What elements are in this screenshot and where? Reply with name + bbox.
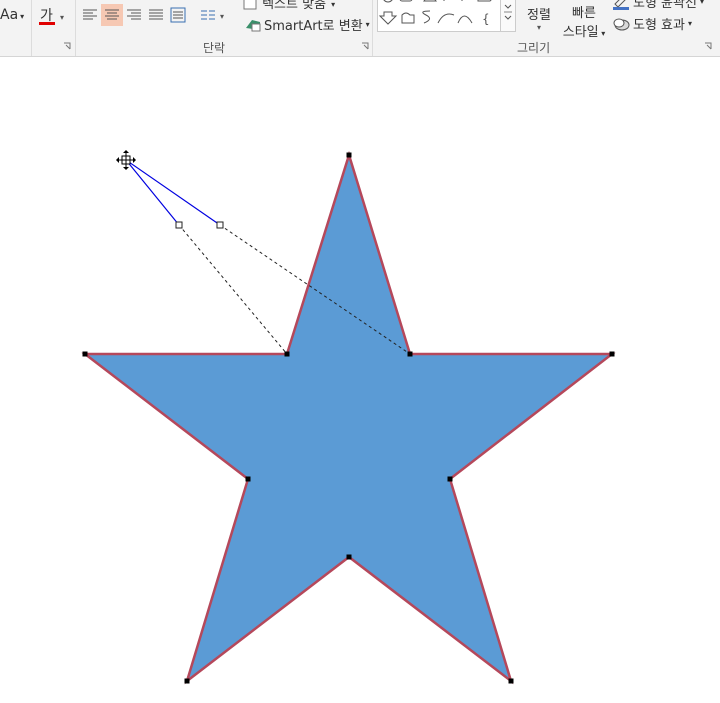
move-cursor-icon[interactable] — [116, 150, 136, 170]
vertex-point[interactable] — [245, 476, 251, 482]
drawing-group-label: 그리기 — [517, 41, 551, 55]
star-shape-layer[interactable] — [0, 57, 720, 699]
star-shape[interactable] — [81, 150, 616, 685]
justify-button[interactable] — [145, 4, 167, 26]
smartart-convert-button[interactable]: SmartArt로 변환 ▾ — [244, 15, 370, 34]
vertex-point[interactable] — [346, 152, 352, 158]
quick-styles-label-2: 스타일 — [562, 25, 599, 40]
control-handle-line — [125, 159, 221, 226]
shape-outline-button[interactable]: 도형 윤곽선 ▾ — [612, 0, 704, 11]
control-handle-line — [125, 159, 180, 226]
ribbon-home-tab: Aa ▾ 가 ▾ ▾ 텍스트 맞춤 ▾ SmartArt로 변환 ▾ 단락 {… — [0, 0, 720, 57]
text-fit-button[interactable]: 텍스트 맞춤 ▾ — [243, 0, 335, 12]
svg-text:가: 가 — [40, 8, 53, 24]
shape-effects-button[interactable]: 도형 효과 ▾ — [612, 14, 692, 33]
vertex-point[interactable] — [184, 678, 190, 684]
text-fit-icon — [243, 0, 257, 9]
arrange-button[interactable]: 정렬 ▾ — [520, 2, 558, 36]
font-color-button[interactable]: 가 ▾ — [36, 3, 70, 31]
svg-text:▾: ▾ — [220, 12, 224, 21]
shape-outline-label: 도형 윤곽선 — [633, 0, 697, 11]
vertex-point[interactable] — [609, 351, 615, 357]
paragraph-dialog-launcher-icon[interactable] — [361, 42, 369, 50]
font-dialog-launcher-icon[interactable] — [63, 42, 71, 50]
font-color-icon: 가 ▾ — [39, 8, 64, 25]
drawing-dialog-launcher-icon[interactable] — [704, 42, 712, 50]
gallery-more-icon — [504, 4, 512, 20]
arrange-label: 정렬 — [527, 8, 551, 23]
vertex-point[interactable] — [346, 554, 352, 560]
columns-button[interactable]: ▾ — [198, 4, 228, 26]
vertex-point[interactable] — [447, 476, 453, 482]
align-right-icon — [127, 9, 141, 20]
group-divider — [31, 0, 32, 56]
columns-icon: ▾ — [201, 10, 224, 21]
vertex-point[interactable] — [82, 351, 88, 357]
distribute-icon — [170, 7, 186, 23]
shape-gallery-scroll[interactable] — [500, 0, 516, 32]
text-fit-label: 텍스트 맞춤 — [262, 0, 327, 12]
vertex-point[interactable] — [508, 678, 514, 684]
font-size-aa-button[interactable]: Aa ▾ — [0, 7, 24, 23]
vertex-point[interactable] — [284, 351, 290, 357]
align-left-button[interactable] — [79, 4, 101, 26]
shapes-gallery-icons: { — [378, 0, 492, 26]
shape-effects-label: 도형 효과 — [633, 18, 685, 33]
align-center-icon — [105, 9, 119, 20]
slide-canvas[interactable] — [0, 57, 720, 699]
shape-gallery[interactable]: { — [377, 0, 501, 32]
smartart-icon — [246, 20, 261, 32]
group-divider — [75, 0, 76, 56]
vertex-point[interactable] — [407, 351, 413, 357]
smartart-label: SmartArt로 변환 — [264, 18, 363, 34]
svg-text:{: { — [482, 12, 490, 26]
paragraph-group-label: 단락 — [203, 41, 226, 55]
align-right-button[interactable] — [123, 4, 145, 26]
group-divider — [372, 0, 373, 56]
svg-text:▾: ▾ — [60, 13, 64, 22]
control-handle[interactable] — [216, 221, 224, 229]
align-center-button[interactable] — [101, 4, 123, 26]
quick-styles-button[interactable]: 빠른 스타일 ▾ — [558, 2, 610, 40]
quick-styles-label-1: 빠른 — [572, 6, 596, 21]
shape-outline-icon — [613, 0, 629, 10]
shape-effects-icon — [613, 18, 630, 30]
justify-icon — [149, 9, 163, 20]
distribute-button[interactable] — [167, 4, 189, 26]
control-preview-line — [178, 224, 288, 355]
align-left-icon — [83, 9, 97, 20]
control-handle[interactable] — [175, 221, 183, 229]
